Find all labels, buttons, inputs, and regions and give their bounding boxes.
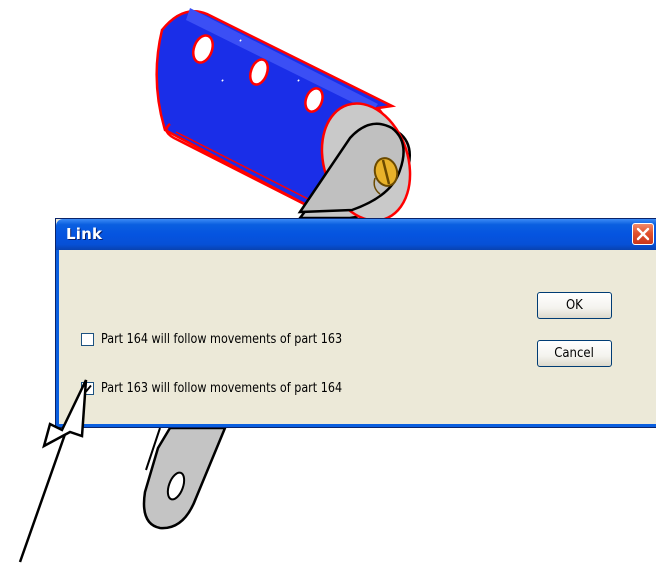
option-label: Part 163 will follow movements of part 1… (101, 380, 343, 396)
close-button[interactable] (632, 223, 654, 245)
dialog-title-bar[interactable]: Link (56, 219, 656, 250)
cancel-button-label: Cancel (554, 346, 595, 361)
cad-viewport: Link Part 164 will follow movements of p… (0, 0, 656, 565)
checkmark-icon (83, 384, 92, 392)
ok-button-label: OK (566, 298, 583, 313)
checkbox-164-follows-163[interactable] (81, 332, 94, 346)
dialog-body: Part 164 will follow movements of part 1… (56, 250, 656, 427)
bracket-arm-lower (142, 426, 227, 530)
dialog-title: Link (66, 225, 103, 243)
option-163-follows-164[interactable]: Part 163 will follow movements of part 1… (81, 379, 381, 397)
link-dialog: Link Part 164 will follow movements of p… (55, 218, 656, 428)
close-icon (636, 227, 650, 241)
cylinder-part (155, 8, 412, 222)
option-label: Part 164 will follow movements of part 1… (101, 331, 343, 347)
checkbox-163-follows-164[interactable] (81, 381, 94, 395)
ok-button[interactable]: OK (537, 292, 612, 319)
option-164-follows-163[interactable]: Part 164 will follow movements of part 1… (81, 330, 381, 348)
cancel-button[interactable]: Cancel (537, 340, 612, 367)
